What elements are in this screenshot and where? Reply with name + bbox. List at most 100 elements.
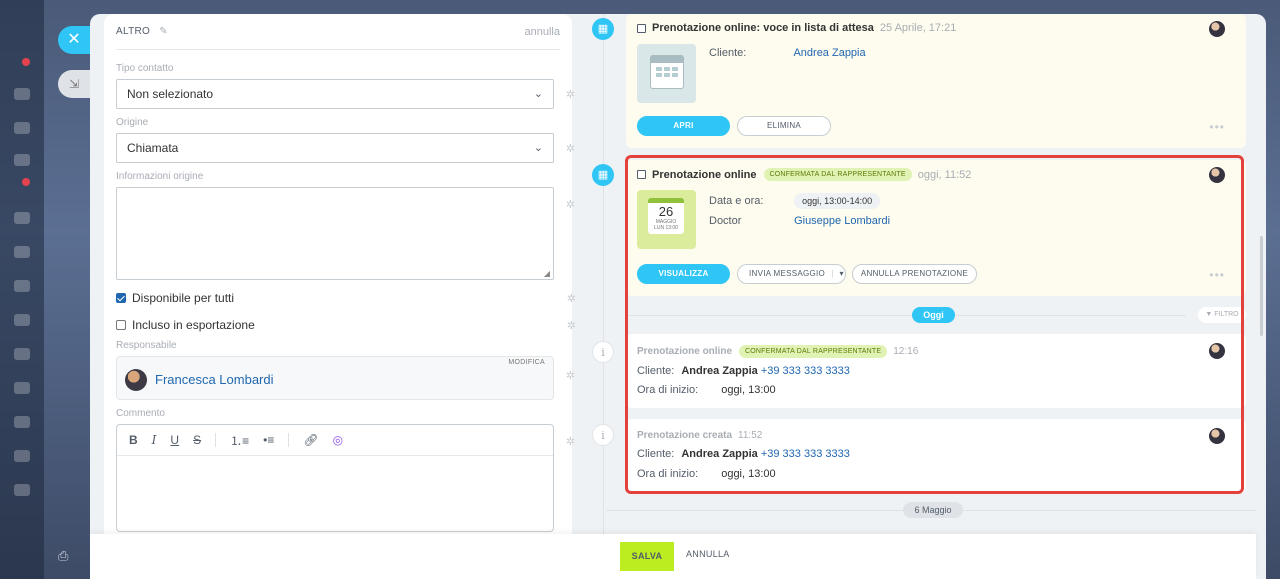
- calendar-tile: [637, 44, 696, 103]
- edit-responsible-link[interactable]: MODIFICA: [508, 359, 545, 366]
- view-button[interactable]: VISUALIZZA: [637, 264, 730, 284]
- booking-card: Prenotazione online CONFERMATA DAL RAPPR…: [626, 160, 1246, 296]
- scrollbar[interactable]: [1260, 236, 1263, 336]
- copilot-icon[interactable]: ◎: [333, 433, 343, 447]
- calendar-tile: 26 MAGGIO LUN 13:00: [637, 190, 696, 249]
- strikethrough-icon[interactable]: S: [193, 433, 201, 447]
- calendar-icon: [650, 55, 684, 89]
- italic-icon[interactable]: I: [152, 433, 157, 447]
- start-label: Ora di inizio:: [637, 384, 699, 396]
- rail-icon[interactable]: [14, 246, 30, 258]
- pencil-icon[interactable]: ✎: [159, 26, 168, 37]
- gear-icon[interactable]: ✲: [566, 435, 575, 448]
- rail-icon[interactable]: [14, 484, 30, 496]
- more-icon[interactable]: •••: [1209, 120, 1225, 134]
- toolbar-divider: [288, 433, 290, 447]
- rail-icon[interactable]: [14, 154, 30, 166]
- more-icon[interactable]: •••: [1209, 268, 1225, 282]
- rail-icon[interactable]: [14, 348, 30, 360]
- minimize-icon: ⇲: [68, 77, 80, 91]
- history-event: Prenotazione creata 11:52 Cliente: Andre…: [626, 419, 1246, 493]
- today-divider: Oggi ▼ FILTRO: [626, 307, 1246, 323]
- timeline-line: [603, 14, 604, 534]
- rail-icon[interactable]: [14, 450, 30, 462]
- phone-link[interactable]: +39 333 333 3333: [761, 365, 850, 377]
- printer-icon[interactable]: ⎙: [58, 548, 68, 564]
- avatar: [125, 369, 147, 391]
- rail-icon[interactable]: [14, 212, 30, 224]
- rail-icon[interactable]: [14, 122, 30, 134]
- task-checkbox[interactable]: [637, 23, 646, 33]
- rail-icon[interactable]: [14, 280, 30, 292]
- delete-button[interactable]: ELIMINA: [737, 116, 831, 136]
- gear-icon[interactable]: ✲: [567, 292, 576, 305]
- resize-handle-icon[interactable]: ◢: [544, 269, 550, 278]
- rail-icon[interactable]: [14, 314, 30, 326]
- waitlist-card: Prenotazione online: voce in lista di at…: [626, 14, 1246, 148]
- rail-icon[interactable]: [14, 88, 30, 100]
- info-icon: i: [592, 424, 614, 446]
- chevron-down-icon: ⌄: [533, 88, 543, 100]
- send-message-button[interactable]: INVIA MESSAGGIO | ▾: [737, 264, 846, 284]
- client-name-link[interactable]: Andrea Zappia: [793, 47, 865, 59]
- date-value: oggi, 13:00-14:00: [794, 193, 881, 209]
- waitlist-time: 25 Aprile, 17:21: [879, 22, 957, 34]
- task-checkbox[interactable]: [637, 170, 646, 179]
- origin-value: Chiamata: [127, 141, 179, 155]
- avatar: [1209, 167, 1225, 183]
- start-value: oggi, 13:00: [721, 468, 776, 480]
- date-divider: 6 Maggio: [903, 502, 963, 518]
- chevron-down-icon: ⌄: [533, 142, 543, 154]
- gear-icon[interactable]: ✲: [567, 319, 576, 332]
- doctor-name-link[interactable]: Giuseppe Lombardi: [794, 215, 890, 227]
- toolbar-divider: [215, 433, 217, 447]
- client-label: Cliente:: [637, 448, 675, 460]
- available-all-checkbox[interactable]: [116, 292, 126, 303]
- gear-icon[interactable]: ✲: [566, 142, 575, 155]
- avatar: [1209, 428, 1225, 444]
- comment-editor[interactable]: B I U S ⒈≡ •≡ 🔗︎ ◎ ✲: [116, 424, 575, 532]
- in-export-row[interactable]: Incluso in esportazione ✲: [116, 311, 576, 338]
- contact-type-value: Non selezionato: [127, 87, 214, 101]
- bullet-list-icon[interactable]: •≡: [263, 433, 274, 447]
- rail-icon[interactable]: [14, 416, 30, 428]
- cancel-booking-button[interactable]: ANNULLA PRENOTAZIONE: [852, 264, 977, 284]
- origin-info-textarea[interactable]: ✲ ◢: [116, 187, 575, 280]
- contact-type-select[interactable]: Non selezionato ⌄ ✲: [116, 79, 575, 109]
- close-slider-button[interactable]: ✕: [58, 26, 90, 54]
- bold-icon[interactable]: B: [129, 433, 138, 447]
- minimize-slider-button[interactable]: ⇲: [58, 70, 90, 98]
- phone-link[interactable]: +39 333 333 3333: [761, 448, 850, 460]
- waitlist-title: Prenotazione online: voce in lista di at…: [652, 22, 874, 34]
- origin-label: Origine: [116, 117, 149, 128]
- chevron-down-icon[interactable]: ▾: [840, 269, 844, 278]
- editor-toolbar: B I U S ⒈≡ •≡ 🔗︎ ◎: [117, 425, 553, 456]
- responsible-label: Responsabile: [116, 340, 177, 351]
- calendar-date-icon: 26 MAGGIO LUN 13:00: [648, 198, 684, 234]
- details-form: ALTRO ✎ annulla Tipo contatto Non selezi…: [104, 14, 576, 554]
- save-button[interactable]: SALVA: [620, 542, 674, 571]
- status-badge: CONFERMATA DAL RAPPRESENTANTE: [763, 168, 912, 181]
- filter-button[interactable]: ▼ FILTRO: [1198, 307, 1246, 323]
- open-button[interactable]: APRI: [637, 116, 730, 136]
- responsible-name[interactable]: Francesca Lombardi: [155, 372, 274, 387]
- deal-slider-panel: ALTRO ✎ annulla Tipo contatto Non selezi…: [90, 14, 1266, 579]
- underline-icon[interactable]: U: [170, 433, 179, 447]
- rail-icon[interactable]: [14, 382, 30, 394]
- numbered-list-icon[interactable]: ⒈≡: [230, 432, 249, 449]
- link-icon[interactable]: 🔗︎: [303, 433, 318, 447]
- doctor-label: Doctor: [709, 215, 742, 227]
- available-all-row[interactable]: Disponibile per tutti ✲: [116, 284, 576, 311]
- event-title: Prenotazione creata: [637, 430, 733, 441]
- client-label: Cliente:: [709, 47, 747, 59]
- responsible-field: MODIFICA Francesca Lombardi ✲: [116, 356, 575, 400]
- in-export-checkbox[interactable]: [116, 319, 126, 330]
- cancel-link[interactable]: annulla: [525, 26, 560, 38]
- origin-select[interactable]: Chiamata ⌄ ✲: [116, 133, 575, 163]
- booking-title: Prenotazione online: [652, 168, 757, 181]
- gear-icon[interactable]: ✲: [566, 369, 575, 382]
- gear-icon[interactable]: ✲: [566, 88, 575, 101]
- cancel-button[interactable]: ANNULLA: [686, 549, 730, 559]
- gear-icon[interactable]: ✲: [566, 198, 575, 211]
- close-icon: ✕: [67, 31, 81, 48]
